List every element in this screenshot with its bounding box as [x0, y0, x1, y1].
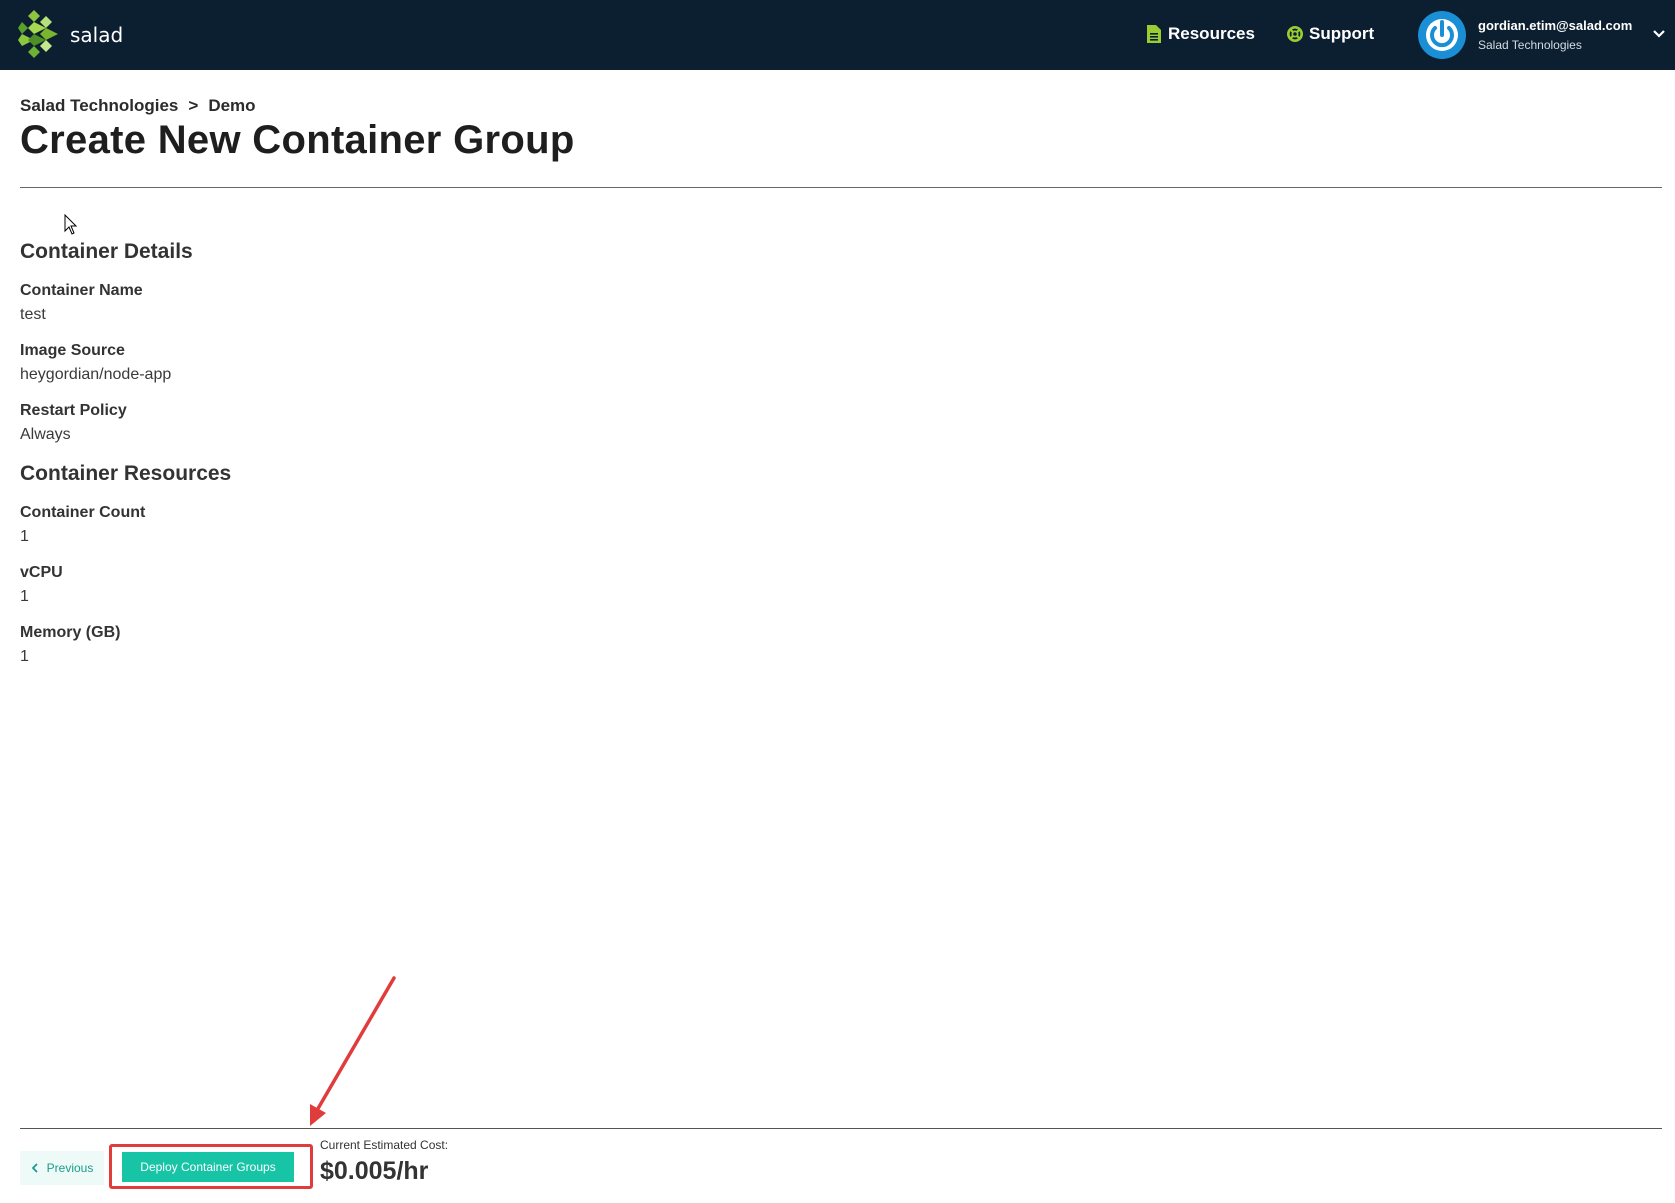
nav-resources-label: Resources: [1168, 24, 1255, 43]
header-divider: [20, 187, 1662, 188]
footer-divider: [20, 1128, 1662, 1129]
chevron-left-icon: [31, 1163, 38, 1173]
top-navbar: salad Resources Support gordian.etim@sal…: [0, 0, 1675, 70]
container-details-heading: Container Details: [20, 240, 193, 263]
nav-support-label: Support: [1309, 24, 1375, 43]
restart-policy-label: Restart Policy: [20, 402, 127, 419]
image-source-value: heygordian/node-app: [20, 366, 172, 383]
lifebuoy-icon: [1287, 26, 1303, 42]
container-count-value: 1: [20, 528, 29, 545]
container-count-label: Container Count: [20, 504, 146, 521]
memory-label: Memory (GB): [20, 624, 121, 641]
power-icon: [1420, 13, 1464, 57]
salad-logo-icon: [18, 10, 58, 58]
user-email: gordian.etim@salad.com: [1478, 18, 1633, 33]
vcpu-value: 1: [20, 588, 29, 605]
previous-button[interactable]: Previous: [20, 1151, 104, 1185]
user-org: Salad Technologies: [1478, 38, 1582, 52]
estimated-cost-label: Current Estimated Cost:: [320, 1138, 449, 1152]
image-source-label: Image Source: [20, 342, 125, 359]
user-menu[interactable]: gordian.etim@salad.com Salad Technologie…: [1478, 18, 1632, 52]
salad-logo[interactable]: salad: [18, 10, 123, 58]
breadcrumb-separator: >: [188, 96, 199, 115]
page-title: Create New Container Group: [20, 118, 575, 162]
user-avatar[interactable]: [1418, 11, 1466, 59]
chevron-down-icon[interactable]: [1652, 28, 1666, 40]
restart-policy-value: Always: [20, 426, 71, 443]
memory-value: 1: [20, 648, 29, 665]
logo-text: salad: [70, 23, 124, 47]
nav-support-link[interactable]: Support: [1287, 24, 1374, 44]
breadcrumb-project[interactable]: Demo: [208, 96, 255, 116]
container-name-value: test: [20, 306, 46, 323]
previous-label: Previous: [46, 1161, 94, 1175]
container-name-label: Container Name: [20, 282, 143, 299]
document-icon: [1147, 25, 1161, 43]
deploy-container-groups-button[interactable]: Deploy Container Groups: [122, 1152, 294, 1182]
breadcrumb-org[interactable]: Salad Technologies: [20, 96, 178, 116]
vcpu-label: vCPU: [20, 564, 63, 581]
mouse-cursor-icon: [64, 214, 78, 235]
estimated-cost-value: $0.005/hr: [320, 1157, 429, 1185]
breadcrumb: Salad Technologies > Demo: [20, 96, 256, 116]
nav-resources-link[interactable]: Resources: [1146, 24, 1255, 44]
container-resources-heading: Container Resources: [20, 462, 232, 485]
annotation-arrow: [310, 976, 396, 1126]
